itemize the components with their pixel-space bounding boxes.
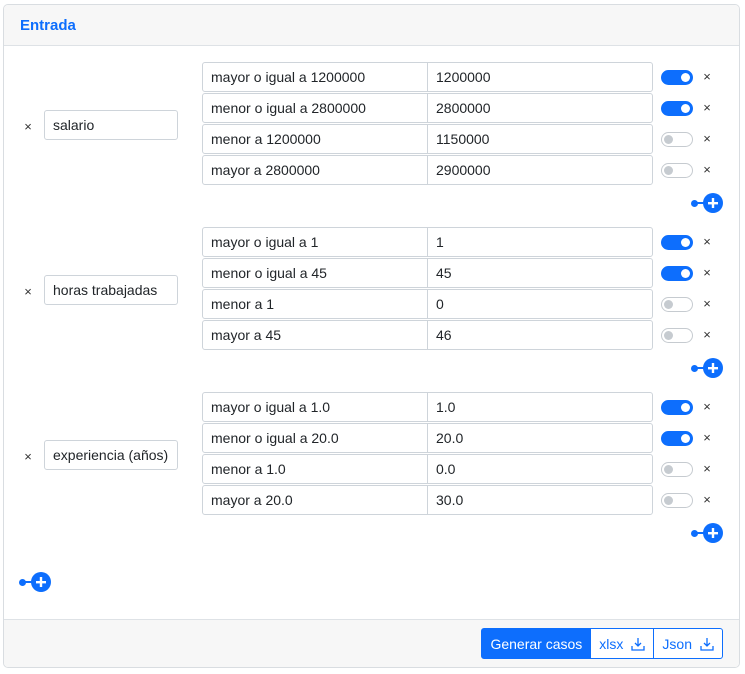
- plus-circle-icon: [703, 523, 723, 543]
- remove-variable-button[interactable]: ×: [21, 285, 35, 299]
- toggle-knob: [681, 434, 690, 443]
- variable-name-input[interactable]: horas trabajadas: [44, 275, 178, 305]
- toggle-knob: [681, 238, 690, 247]
- condition-label-field[interactable]: mayor o igual a 1: [202, 227, 428, 257]
- remove-condition-button[interactable]: ×: [700, 70, 714, 84]
- toggle-knob: [664, 496, 673, 505]
- condition-toggle[interactable]: [661, 132, 693, 147]
- condition-label-field[interactable]: menor o igual a 45: [202, 258, 428, 288]
- condition-value-field[interactable]: 1200000: [427, 62, 653, 92]
- condition-toggle[interactable]: [661, 493, 693, 508]
- condition-value-field[interactable]: 2800000: [427, 93, 653, 123]
- panel-title: Entrada: [20, 16, 76, 34]
- panel-header: Entrada: [4, 5, 739, 46]
- download-icon: [700, 637, 714, 651]
- condition-value-field[interactable]: 20.0: [427, 423, 653, 453]
- remove-condition-button[interactable]: ×: [700, 328, 714, 342]
- condition-toggle[interactable]: [661, 70, 693, 85]
- toggle-knob: [681, 73, 690, 82]
- generate-cases-button[interactable]: Generar casos: [481, 628, 592, 659]
- condition-value-field[interactable]: 0.0: [427, 454, 653, 484]
- condition-value-field[interactable]: 0: [427, 289, 653, 319]
- condition-toggle[interactable]: [661, 400, 693, 415]
- toggle-knob: [681, 269, 690, 278]
- condition-value-field[interactable]: 1150000: [427, 124, 653, 154]
- panel-footer: Generar casos xlsx Json: [4, 619, 739, 667]
- condition-label-field[interactable]: mayor a 2800000: [202, 155, 428, 185]
- remove-condition-button[interactable]: ×: [700, 400, 714, 414]
- condition-label-field[interactable]: mayor o igual a 1200000: [202, 62, 428, 92]
- condition-toggle[interactable]: [661, 431, 693, 446]
- download-icon: [631, 637, 646, 651]
- condition-toggle[interactable]: [661, 235, 693, 250]
- remove-condition-button[interactable]: ×: [700, 297, 714, 311]
- condition-toggle[interactable]: [661, 297, 693, 312]
- remove-condition-button[interactable]: ×: [700, 266, 714, 280]
- condition-label-field[interactable]: mayor a 45: [202, 320, 428, 350]
- condition-toggle[interactable]: [661, 462, 693, 477]
- condition-toggle[interactable]: [661, 163, 693, 178]
- add-condition-button[interactable]: [691, 193, 725, 213]
- json-download-button[interactable]: Json: [653, 628, 723, 659]
- condition-toggle[interactable]: [661, 328, 693, 343]
- plus-circle-icon: [703, 358, 723, 378]
- condition-value-field[interactable]: 1.0: [427, 392, 653, 422]
- remove-variable-button[interactable]: ×: [21, 120, 35, 134]
- condition-label-field[interactable]: mayor a 20.0: [202, 485, 428, 515]
- toggle-knob: [664, 465, 673, 474]
- toggle-knob: [681, 403, 690, 412]
- condition-label-field[interactable]: menor a 1200000: [202, 124, 428, 154]
- export-button-group: Generar casos xlsx Json: [481, 628, 723, 659]
- variable-name-input[interactable]: experiencia (años): [44, 440, 178, 470]
- xlsx-download-button[interactable]: xlsx: [590, 628, 655, 659]
- remove-variable-button[interactable]: ×: [21, 450, 35, 464]
- condition-label-field[interactable]: mayor o igual a 1.0: [202, 392, 428, 422]
- plus-circle-icon: [31, 572, 51, 592]
- remove-condition-button[interactable]: ×: [700, 163, 714, 177]
- condition-value-field[interactable]: 46: [427, 320, 653, 350]
- toggle-knob: [664, 331, 673, 340]
- remove-condition-button[interactable]: ×: [700, 235, 714, 249]
- add-condition-button[interactable]: [691, 523, 725, 543]
- variable-name-input[interactable]: salario: [44, 110, 178, 140]
- condition-value-field[interactable]: 45: [427, 258, 653, 288]
- toggle-knob: [664, 166, 673, 175]
- add-condition-button[interactable]: [691, 358, 725, 378]
- toggle-knob: [664, 300, 673, 309]
- remove-condition-button[interactable]: ×: [700, 431, 714, 445]
- plus-circle-icon: [703, 193, 723, 213]
- condition-label-field[interactable]: menor a 1.0: [202, 454, 428, 484]
- condition-label-field[interactable]: menor a 1: [202, 289, 428, 319]
- add-variable-button[interactable]: [19, 572, 53, 592]
- remove-condition-button[interactable]: ×: [700, 132, 714, 146]
- toggle-knob: [681, 104, 690, 113]
- condition-label-field[interactable]: menor o igual a 20.0: [202, 423, 428, 453]
- condition-value-field[interactable]: 30.0: [427, 485, 653, 515]
- condition-toggle[interactable]: [661, 266, 693, 281]
- condition-label-field[interactable]: menor o igual a 2800000: [202, 93, 428, 123]
- toggle-knob: [664, 135, 673, 144]
- remove-condition-button[interactable]: ×: [700, 493, 714, 507]
- condition-toggle[interactable]: [661, 101, 693, 116]
- remove-condition-button[interactable]: ×: [700, 101, 714, 115]
- condition-value-field[interactable]: 1: [427, 227, 653, 257]
- entrada-panel: Entrada × salario mayor o igual a 1200000 1…: [3, 4, 740, 668]
- remove-condition-button[interactable]: ×: [700, 462, 714, 476]
- condition-value-field[interactable]: 2900000: [427, 155, 653, 185]
